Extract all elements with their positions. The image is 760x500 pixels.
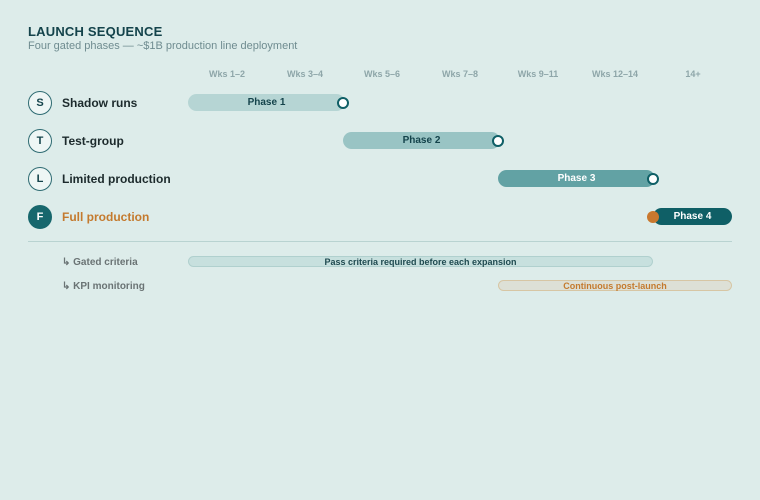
column-header-wks-5-6: Wks 5–6	[363, 69, 401, 79]
track-label: ↳ Gated criteria	[62, 257, 138, 268]
column-header-14-plus: 14+	[685, 69, 701, 79]
phase-badge-s: S	[28, 91, 52, 115]
phase-label: Test-group	[62, 134, 124, 148]
column-header-wks-7-8: Wks 7–8	[441, 69, 479, 79]
column-header-wks-3-4: Wks 3–4	[286, 69, 324, 79]
launch-marker	[647, 211, 659, 223]
phase-label: Full production	[62, 210, 150, 224]
gate-marker	[647, 173, 659, 185]
gate-marker	[337, 97, 349, 109]
phase-2-bar: Phase 2	[343, 132, 500, 149]
kpi-monitoring-bar: Continuous post-launch	[498, 280, 732, 291]
section-divider	[28, 241, 732, 242]
gate-marker	[492, 135, 504, 147]
gated-criteria-bar: Pass criteria required before each expan…	[188, 256, 653, 267]
column-header-wks-1-2: Wks 1–2	[208, 69, 246, 79]
column-header-wks-12-14: Wks 12–14	[591, 69, 639, 79]
phase-label: Limited production	[62, 172, 171, 186]
phase-label: Shadow runs	[62, 96, 138, 110]
chart-title: LAUNCH SEQUENCE	[28, 24, 163, 39]
column-header-wks-9-11: Wks 9–11	[517, 69, 559, 79]
phase-1-bar: Phase 1	[188, 94, 345, 111]
phase-badge-l: L	[28, 167, 52, 191]
chart-subtitle: Four gated phases — ~$1B production line…	[28, 40, 298, 52]
phase-4-bar: Phase 4	[653, 208, 732, 225]
phase-badge-f: F	[28, 205, 52, 229]
phase-3-bar: Phase 3	[498, 170, 655, 187]
phase-badge-t: T	[28, 129, 52, 153]
track-label: ↳ KPI monitoring	[62, 281, 145, 292]
